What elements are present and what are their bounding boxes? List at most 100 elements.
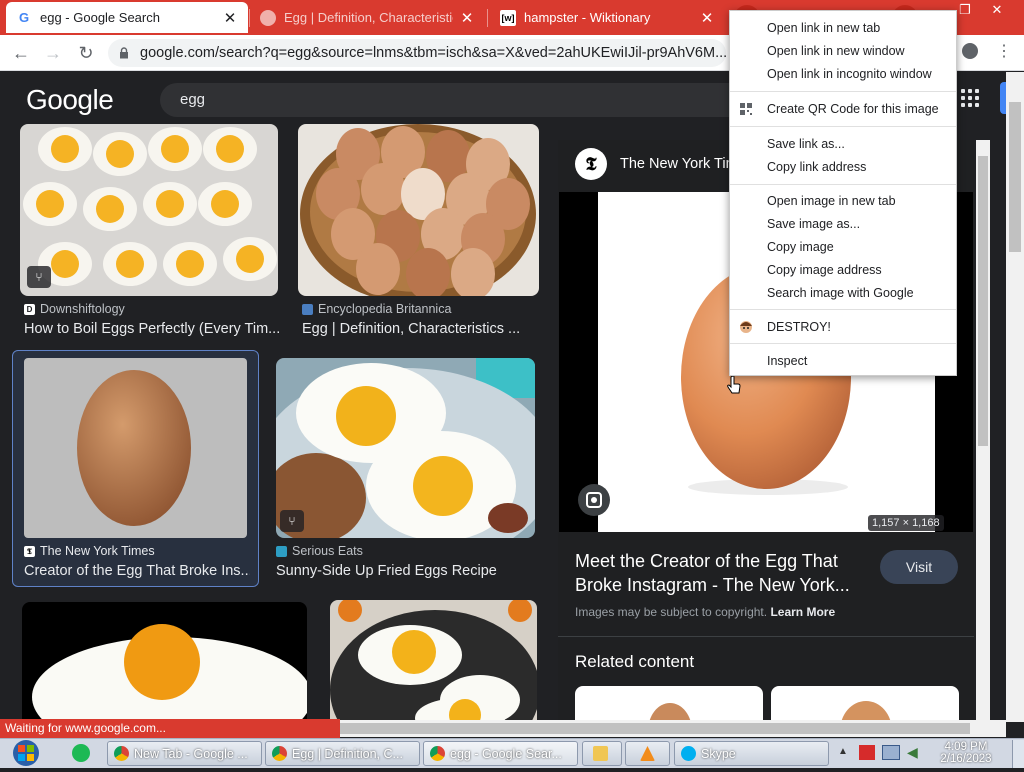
taskbar-item[interactable]: New Tab - Google ... [107,741,262,766]
tab-wiktionary[interactable]: [w] hampster - Wiktionary ✕ [490,2,725,33]
wiktionary-icon: [w] [500,9,516,26]
spotify-icon[interactable] [72,744,90,762]
menu-open-link-incognito[interactable]: Open link in incognito window [730,63,956,85]
panel-source[interactable]: 𝕿 The New York Tim [575,148,738,180]
source-name: The New York Times [40,544,155,558]
result-image-sunny-eggs[interactable]: ⑂ [276,358,535,538]
forward-arrow-icon[interactable]: → [42,43,64,63]
learn-more-link[interactable]: Learn More [770,605,835,619]
profile-avatar[interactable] [962,43,978,59]
result-image-boiled-eggs[interactable]: ⑂ [20,124,278,296]
result-image-nyt-egg[interactable] [24,358,247,538]
panel-source-name: The New York Tim [620,156,738,172]
result-source[interactable]: 𝕿 The New York Times [24,544,155,558]
close-tab-icon[interactable]: ✕ [222,9,238,27]
copyright-notice: Images may be subject to copyright. Lear… [575,605,835,619]
show-desktop-button[interactable] [1012,740,1024,768]
clock-date: 2/16/2023 [940,753,992,765]
boiled-eggs-image [23,127,277,286]
taskbar-item[interactable] [582,741,622,766]
tab-britannica[interactable]: Egg | Definition, Characteristics ✕ [250,2,485,33]
apps-grid-icon[interactable] [961,89,979,107]
menu-separator [730,309,956,310]
status-bar: Waiting for www.google.com... [0,719,340,738]
menu-destroy-extension[interactable]: DESTROY! [730,316,956,338]
maximize-button[interactable]: ❐ [954,1,976,19]
reload-icon[interactable]: ↻ [75,43,97,63]
britannica-thistle-icon [302,303,313,315]
tab-title: Egg | Definition, Characteristics [284,10,453,25]
tab-separator [487,9,488,27]
recipe-fork-icon: ⑂ [27,266,51,288]
google-g-icon: G [16,9,32,26]
serious-eats-icon [276,545,287,557]
vlc-icon [640,746,655,761]
result-image-fried-egg[interactable] [22,602,307,720]
nyt-logo-icon: 𝕿 [575,148,607,180]
system-clock[interactable]: 4:09 PM 2/16/2023 [935,741,997,765]
menu-separator [730,126,956,127]
menu-copy-image[interactable]: Copy image [730,236,956,258]
context-menu: Open link in new tab Open link in new wi… [729,10,957,376]
result-title[interactable]: Sunny-Side Up Fried Eggs Recipe [276,563,536,579]
result-image-egg-basket[interactable] [298,124,539,296]
image-dimensions: 1,157 × 1,168 [868,515,944,531]
google-logo[interactable]: Google [26,84,114,116]
chrome-icon [430,746,445,761]
taskbar-item[interactable]: Egg | Definition, C... [265,741,420,766]
menu-inspect[interactable]: Inspect [730,350,956,372]
brown-egg-image [77,370,191,526]
taskbar-label: New Tab - Google ... [134,746,248,761]
sunny-side-eggs-image [276,358,535,538]
address-bar[interactable]: google.com/search?q=egg&source=lnms&tbm=… [108,39,726,67]
result-source[interactable]: Serious Eats [276,544,363,558]
google-lens-icon[interactable] [578,484,610,516]
menu-open-link-new-tab[interactable]: Open link in new tab [730,17,956,39]
panel-title[interactable]: Meet the Creator of the Egg That Broke I… [575,549,865,597]
menu-create-qr-code[interactable]: Create QR Code for this image [730,98,956,120]
menu-copy-image-address[interactable]: Copy image address [730,259,956,281]
taskbar-label: Egg | Definition, C... [292,746,403,761]
related-content-heading: Related content [575,652,695,671]
nyt-icon: 𝕿 [24,545,35,557]
back-arrow-icon[interactable]: ← [10,43,32,63]
start-button[interactable] [6,740,46,767]
menu-save-image-as[interactable]: Save image as... [730,213,956,235]
result-title[interactable]: How to Boil Eggs Perfectly (Every Tim... [24,321,280,337]
result-source[interactable]: D Downshiftology [24,302,125,316]
result-image-pan-eggs[interactable] [330,600,537,720]
volume-icon[interactable]: ◀ [907,745,923,760]
taskbar-label: egg - Google Sear... [450,746,562,761]
clock-time: 4:09 PM [944,741,988,753]
close-window-button[interactable]: ✕ [986,1,1008,19]
visit-button[interactable]: Visit [880,550,958,584]
tab-title: egg - Google Search [40,10,160,25]
show-hidden-icons-arrow[interactable]: ▲ [838,746,848,757]
result-title[interactable]: Creator of the Egg That Broke Ins... [24,563,250,579]
search-input[interactable]: egg [160,83,760,117]
close-tab-icon[interactable]: ✕ [459,9,475,27]
menu-open-link-new-window[interactable]: Open link in new window [730,40,956,62]
fried-egg-image [32,624,307,720]
page-scrollbar[interactable] [1006,72,1024,722]
taskbar-item-active[interactable]: egg - Google Sear... [423,741,578,766]
taskbar-item[interactable]: Skype [674,741,829,766]
taskbar-item[interactable] [625,741,670,766]
menu-save-link-as[interactable]: Save link as... [730,133,956,155]
menu-separator [730,343,956,344]
menu-search-image-with-google[interactable]: Search image with Google [730,282,956,304]
result-source[interactable]: Encyclopedia Britannica [302,302,451,316]
source-name: Downshiftology [40,302,125,316]
source-name: Encyclopedia Britannica [318,302,452,316]
close-tab-icon[interactable]: ✕ [699,9,715,27]
egg-basket-image [300,124,536,296]
panel-scrollbar[interactable] [976,140,990,720]
menu-kebab-icon[interactable]: ⋮ [996,41,1012,61]
menu-open-image-new-tab[interactable]: Open image in new tab [730,190,956,212]
tab-google-search[interactable]: G egg - Google Search ✕ [6,2,248,33]
result-title[interactable]: Egg | Definition, Characteristics ... [302,321,538,337]
action-center-flag-icon[interactable] [859,745,875,760]
downshiftology-icon: D [24,303,35,315]
menu-copy-link-address[interactable]: Copy link address [730,156,956,178]
network-icon[interactable] [882,745,900,760]
